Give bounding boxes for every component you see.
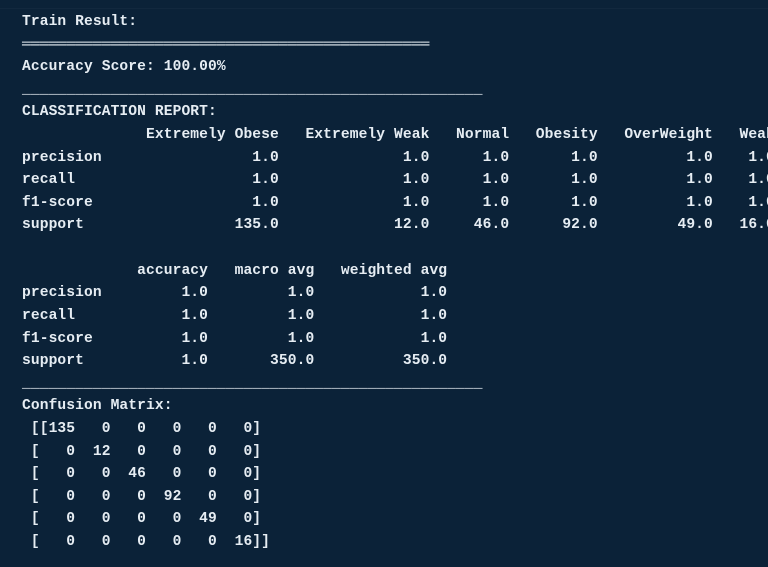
cell-output: Train Result: ══════════════════════════… <box>0 9 768 567</box>
notebook-output-panel: Train Result: ══════════════════════════… <box>0 0 768 567</box>
